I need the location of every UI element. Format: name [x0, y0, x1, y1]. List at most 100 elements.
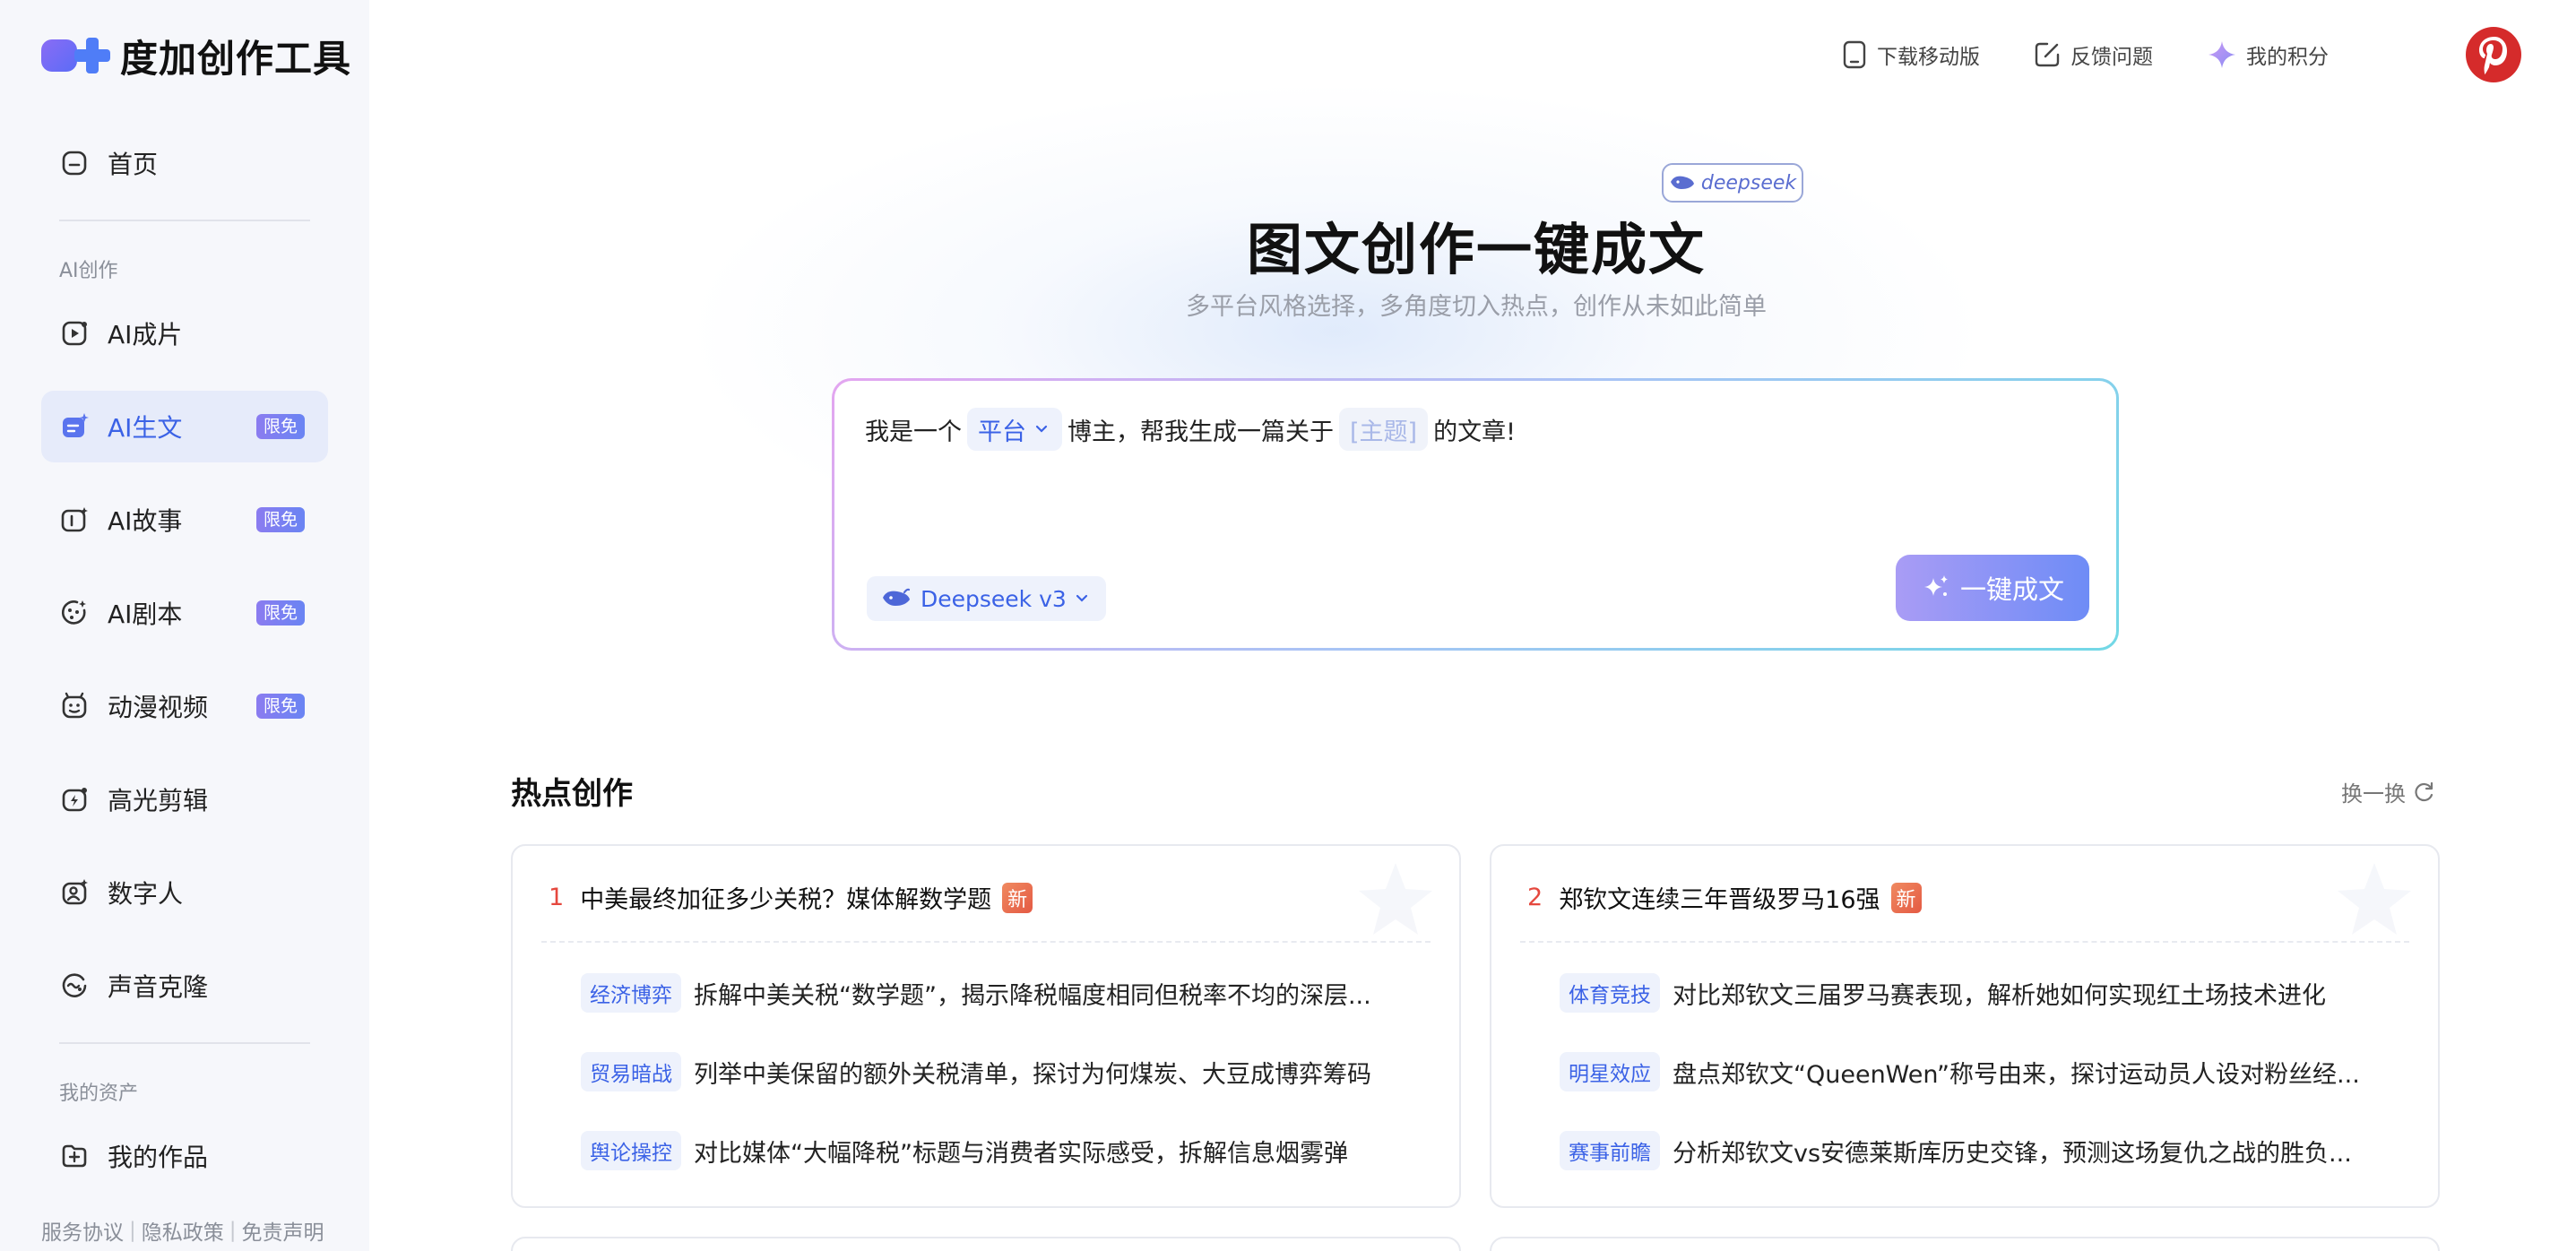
hot-topic-card[interactable]: 2 郑钦文连续三年晋级罗马16强 新 体育竞技 对比郑钦文三届罗马赛表现，解析她… [1490, 844, 2440, 1208]
deepseek-tag-label: deepseek [1700, 171, 1797, 194]
platform-selector[interactable]: 平台 [967, 408, 1062, 451]
my-points-button[interactable]: 我的积分 [2207, 39, 2329, 70]
card-header: 2 郑钦文连续三年晋级罗马16强 新 [1527, 880, 1922, 915]
angle-text: 盘点郑钦文“QueenWen”称号由来，探讨运动员人设对粉丝经... [1673, 1060, 2360, 1089]
model-selector[interactable]: Deepseek v3 [867, 576, 1106, 621]
story-icon [59, 505, 90, 535]
refresh-label: 换一换 [2341, 781, 2406, 807]
terms-link[interactable]: 服务协议 [41, 1215, 124, 1246]
topic-angle-row[interactable]: 经济博弈 拆解中美关税“数学题”，揭示降税幅度相同但税率不均的深层... [581, 973, 1371, 1013]
page-title: 图文创作一键成文 [1246, 217, 1706, 282]
sidebar-item-label: 数字人 [108, 879, 184, 909]
text-sparkle-icon [59, 411, 90, 442]
card-title: 郑钦文连续三年晋级罗马16强 [1559, 886, 1880, 914]
sidebar-item-ai-script[interactable]: AI剧本 限免 [41, 577, 328, 649]
divider [59, 1042, 310, 1044]
angle-tag: 赛事前瞻 [1560, 1131, 1660, 1170]
logo-mark-icon [41, 34, 111, 77]
hot-topic-card-partial[interactable] [1490, 1237, 2440, 1251]
prompt-suffix: 的文章! [1433, 418, 1516, 446]
free-badge: 限免 [255, 600, 305, 626]
feedback-label: 反馈问题 [2070, 46, 2153, 69]
sidebar-item-digital-human[interactable]: 数字人 [41, 857, 328, 928]
rank-number: 1 [549, 884, 565, 911]
pinterest-icon [2479, 37, 2507, 74]
sidebar-item-ai-story[interactable]: AI故事 限免 [41, 484, 328, 556]
separator: | [129, 1219, 136, 1242]
angle-text: 对比郑钦文三届罗马赛表现，解析她如何实现红土场技术进化 [1673, 981, 2326, 1010]
sidebar-item-label: 首页 [108, 150, 159, 179]
refresh-button[interactable]: 换一换 [2341, 776, 2436, 807]
separator: | [229, 1219, 237, 1242]
whale-icon [883, 588, 911, 606]
points-label: 我的积分 [2246, 46, 2329, 69]
privacy-link[interactable]: 隐私政策 [142, 1215, 224, 1246]
new-badge: 新 [1002, 882, 1033, 913]
refresh-icon [2415, 781, 2433, 801]
digital-human-icon [59, 877, 90, 908]
sparkle-icon [1923, 575, 1948, 596]
angle-text: 拆解中美关税“数学题”，揭示降税幅度相同但税率不均的深层... [694, 981, 1371, 1010]
topic-angle-row[interactable]: 贸易暗战 列举中美保留的额外关税清单，探讨为何煤炭、大豆成博弈筹码 [581, 1052, 1371, 1091]
highlight-clip-icon [59, 784, 90, 815]
logo-text: 度加创作工具 [120, 36, 352, 81]
hot-topic-card-partial[interactable] [511, 1237, 1461, 1251]
model-label: Deepseek v3 [921, 585, 1067, 612]
download-label: 下载移动版 [1877, 46, 1980, 69]
sidebar-item-label: 声音克隆 [108, 972, 209, 1002]
hot-topic-card[interactable]: 1 中美最终加征多少关税？媒体解数学题 新 经济博弈 拆解中美关税“数学题”，揭… [511, 844, 1461, 1208]
star-decoration-icon [2338, 863, 2411, 935]
download-mobile-button[interactable]: 下载移动版 [1841, 39, 1980, 70]
prompt-composer[interactable]: 我是一个 平台 博主，帮我生成一篇关于 [主题] 的文章! Deepseek v… [832, 378, 2119, 651]
sidebar-item-my-works[interactable]: 我的作品 [41, 1120, 328, 1192]
free-badge: 限免 [255, 694, 305, 719]
voice-clone-icon [59, 971, 90, 1001]
sidebar-item-anime-video[interactable]: 动漫视频 限免 [41, 670, 328, 742]
sidebar-item-voice-clone[interactable]: 声音克隆 [41, 950, 328, 1022]
topic-angle-row[interactable]: 赛事前瞻 分析郑钦文vs安德莱斯库历史交锋，预测这场复仇之战的胜负... [1560, 1131, 2352, 1170]
generate-button[interactable]: 一键成文 [1896, 555, 2089, 621]
sidebar-item-ai-text[interactable]: AI生文 限免 [41, 391, 328, 462]
feedback-button[interactable]: 反馈问题 [2033, 39, 2153, 70]
prompt-template: 我是一个 平台 博主，帮我生成一篇关于 [主题] 的文章! [865, 408, 1516, 451]
sidebar-item-label: AI生文 [108, 413, 183, 443]
sidebar-item-label: 我的作品 [108, 1143, 209, 1172]
topic-angle-row[interactable]: 体育竞技 对比郑钦文三届罗马赛表现，解析她如何实现红土场技术进化 [1560, 973, 2326, 1013]
disclaimer-link[interactable]: 免责声明 [242, 1215, 324, 1246]
chevron-down-icon [1035, 425, 1048, 433]
edit-icon [2035, 42, 2060, 67]
free-badge: 限免 [255, 414, 305, 439]
deepseek-tag: deepseek [1662, 163, 1803, 203]
sidebar-item-highlight-clip[interactable]: 高光剪辑 [41, 764, 328, 835]
chevron-down-icon [1076, 594, 1087, 602]
sidebar-item-label: AI故事 [108, 506, 183, 536]
free-badge: 限免 [255, 507, 305, 532]
whale-icon [1670, 176, 1694, 189]
footer-links: 服务协议 | 隐私政策 | 免责声明 [41, 1215, 324, 1246]
section-label-assets: 我的资产 [59, 1083, 139, 1105]
generate-label: 一键成文 [1959, 574, 2064, 605]
prompt-prefix: 我是一个 [865, 418, 962, 446]
topic-angle-row[interactable]: 舆论操控 对比媒体“大幅降税”标题与消费者实际感受，拆解信息烟雾弹 [581, 1131, 1348, 1170]
mobile-icon [1843, 40, 1866, 69]
platform-label: 平台 [978, 418, 1026, 446]
topic-input[interactable]: [主题] [1339, 408, 1429, 451]
logo[interactable]: 度加创作工具 [41, 34, 351, 81]
script-icon [59, 598, 90, 628]
card-title: 中美最终加征多少关税？媒体解数学题 [580, 886, 992, 914]
angle-tag: 体育竞技 [1560, 973, 1660, 1013]
divider [541, 941, 1431, 943]
angle-text: 列举中美保留的额外关税清单，探讨为何煤炭、大豆成博弈筹码 [694, 1060, 1371, 1089]
angle-tag: 经济博弈 [581, 973, 681, 1013]
sidebar-item-home[interactable]: 首页 [41, 127, 328, 199]
folder-icon [59, 1141, 90, 1171]
topic-angle-row[interactable]: 明星效应 盘点郑钦文“QueenWen”称号由来，探讨运动员人设对粉丝经... [1560, 1052, 2360, 1091]
section-title-hot: 热点创作 [511, 776, 633, 812]
video-play-icon [59, 318, 90, 349]
sidebar-item-label: 动漫视频 [108, 693, 209, 722]
anime-icon [59, 691, 90, 721]
sidebar-item-label: AI剧本 [108, 600, 183, 629]
avatar[interactable] [2466, 27, 2521, 82]
angle-tag: 舆论操控 [581, 1131, 681, 1170]
new-badge: 新 [1890, 882, 1922, 913]
